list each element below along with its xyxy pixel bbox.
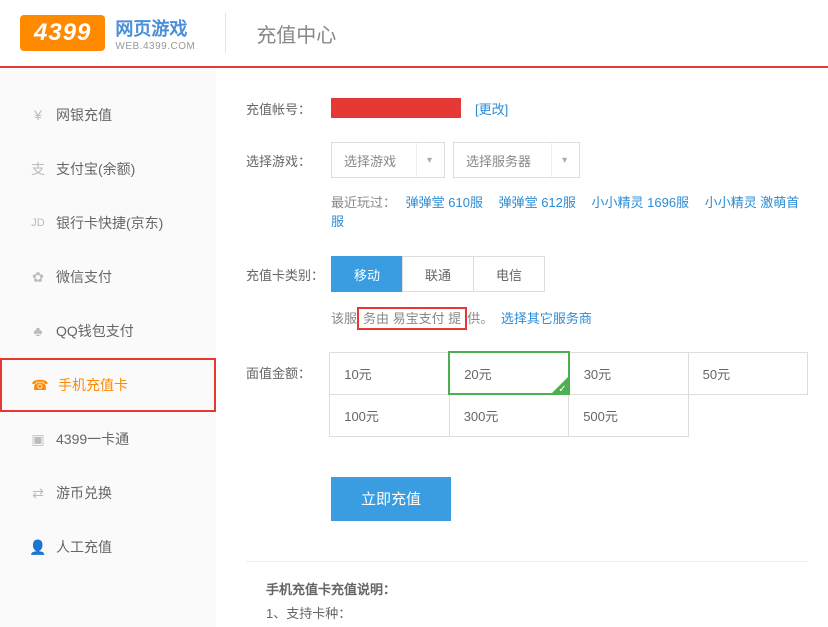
instructions-title: 手机充值卡充值说明： [266, 578, 808, 603]
sidebar-item-wechat[interactable]: ✿ 微信支付 [0, 250, 216, 304]
logo-badge[interactable]: 4399 [20, 15, 105, 51]
amount-empty-cell [688, 394, 807, 436]
header: 4399 网页游戏 WEB.4399.COM 充值中心 [0, 0, 828, 68]
sidebar-item-manual[interactable]: 👤 人工充值 [0, 520, 216, 574]
server-select-value: 选择服务器 [466, 151, 531, 170]
amount-label: 面值金额： [246, 351, 329, 382]
amount-option-500[interactable]: 500元 [569, 394, 688, 436]
main-content: 充值帐号： [更改] 选择游戏： 选择游戏 ▾ 选择服务器 ▾ 最近玩过： 弹弹… [216, 68, 828, 627]
tab-unicom[interactable]: 联通 [402, 256, 474, 292]
sidebar-item-label: 微信支付 [56, 267, 112, 287]
server-select[interactable]: 选择服务器 ▾ [453, 142, 580, 178]
sidebar-item-label: 手机充值卡 [58, 375, 128, 395]
sidebar-item-label: 支付宝(余额) [56, 159, 135, 179]
chevron-down-icon: ▾ [416, 143, 432, 177]
phone-icon: ☎ [32, 377, 48, 393]
sidebar-item-4399card[interactable]: ▣ 4399一卡通 [0, 412, 216, 466]
sidebar-item-alipay[interactable]: 支支付宝(余额) [0, 142, 216, 196]
card-icon: ▣ [30, 431, 46, 447]
game-label: 选择游戏： [246, 151, 331, 170]
game-select-value: 选择游戏 [344, 151, 396, 170]
page-title: 充值中心 [256, 19, 336, 48]
recent-game-link[interactable]: 小小精灵 1696服 [592, 195, 690, 210]
jd-icon: JD [30, 215, 46, 231]
logo-en: WEB.4399.COM [115, 41, 195, 52]
account-value-redacted [331, 98, 461, 118]
logo-cn: 网页游戏 [115, 15, 195, 41]
amount-option-50[interactable]: 50元 [688, 352, 807, 394]
instructions-line: 1、支持卡种： [266, 602, 808, 627]
qq-icon: ♣ [30, 323, 46, 339]
sidebar-item-label: 银行卡快捷(京东) [56, 213, 163, 233]
tab-mobile[interactable]: 移动 [331, 256, 403, 292]
logo-text[interactable]: 网页游戏 WEB.4399.COM [115, 15, 195, 52]
recent-game-link[interactable]: 弹弹堂 610服 [406, 195, 483, 210]
recent-row: 最近玩过： 弹弹堂 610服 弹弹堂 612服 小小精灵 1696服 小小精灵 … [331, 192, 808, 230]
provider-text: 该服 [331, 311, 357, 326]
sidebar-item-label: 4399一卡通 [56, 429, 129, 449]
recent-game-link[interactable]: 弹弹堂 612服 [499, 195, 576, 210]
person-icon: 👤 [30, 539, 46, 555]
sidebar-item-exchange[interactable]: ⇄ 游币兑换 [0, 466, 216, 520]
game-row: 选择游戏： 选择游戏 ▾ 选择服务器 ▾ [246, 142, 808, 178]
amount-option-30[interactable]: 30元 [569, 352, 688, 394]
alipay-icon: 支 [30, 161, 46, 177]
tab-telecom[interactable]: 电信 [473, 256, 545, 292]
amount-option-100[interactable]: 100元 [330, 394, 449, 436]
header-divider [225, 13, 226, 53]
chevron-down-icon: ▾ [551, 143, 567, 177]
amount-row: 面值金额： 10元 20元 30元 50元 100元 300元 500元 [246, 351, 808, 437]
provider-row: 该服务由 易宝支付 提供。 选择其它服务商 [331, 308, 808, 327]
sidebar-item-label: QQ钱包支付 [56, 321, 134, 341]
sidebar-item-qq[interactable]: ♣ QQ钱包支付 [0, 304, 216, 358]
choose-provider-link[interactable]: 选择其它服务商 [501, 311, 592, 326]
change-account-link[interactable]: [更改] [475, 99, 508, 118]
sidebar: ¥ 网银充值 支支付宝(余额) JD 银行卡快捷(京东) ✿ 微信支付 ♣ QQ钱包支付… [0, 68, 216, 627]
amount-option-10[interactable]: 10元 [330, 352, 449, 394]
account-label: 充值帐号： [246, 99, 331, 118]
provider-highlighted: 务由 易宝支付 提 [357, 307, 467, 330]
instructions: 手机充值卡充值说明： 1、支持卡种： [246, 561, 808, 627]
sidebar-item-bank[interactable]: ¥ 网银充值 [0, 88, 216, 142]
sidebar-item-label: 网银充值 [56, 105, 112, 125]
exchange-icon: ⇄ [30, 485, 46, 501]
game-select[interactable]: 选择游戏 ▾ [331, 142, 445, 178]
sidebar-item-label: 人工充值 [56, 537, 112, 557]
sidebar-item-jd[interactable]: JD 银行卡快捷(京东) [0, 196, 216, 250]
amount-option-20[interactable]: 20元 [449, 352, 568, 394]
card-type-row: 充值卡类别： 移动 联通 电信 [246, 256, 808, 292]
submit-button[interactable]: 立即充值 [331, 477, 451, 521]
card-type-label: 充值卡类别： [246, 265, 331, 284]
recent-label: 最近玩过： [331, 195, 396, 210]
wechat-icon: ✿ [30, 269, 46, 285]
sidebar-item-phonecard[interactable]: ☎ 手机充值卡 [0, 358, 216, 412]
sidebar-item-label: 游币兑换 [56, 483, 112, 503]
provider-text: 供。 [467, 311, 493, 326]
amount-table: 10元 20元 30元 50元 100元 300元 500元 [329, 351, 808, 437]
yen-icon: ¥ [30, 107, 46, 123]
amount-option-300[interactable]: 300元 [449, 394, 568, 436]
account-row: 充值帐号： [更改] [246, 98, 808, 118]
card-type-tabs: 移动 联通 电信 [331, 256, 545, 292]
